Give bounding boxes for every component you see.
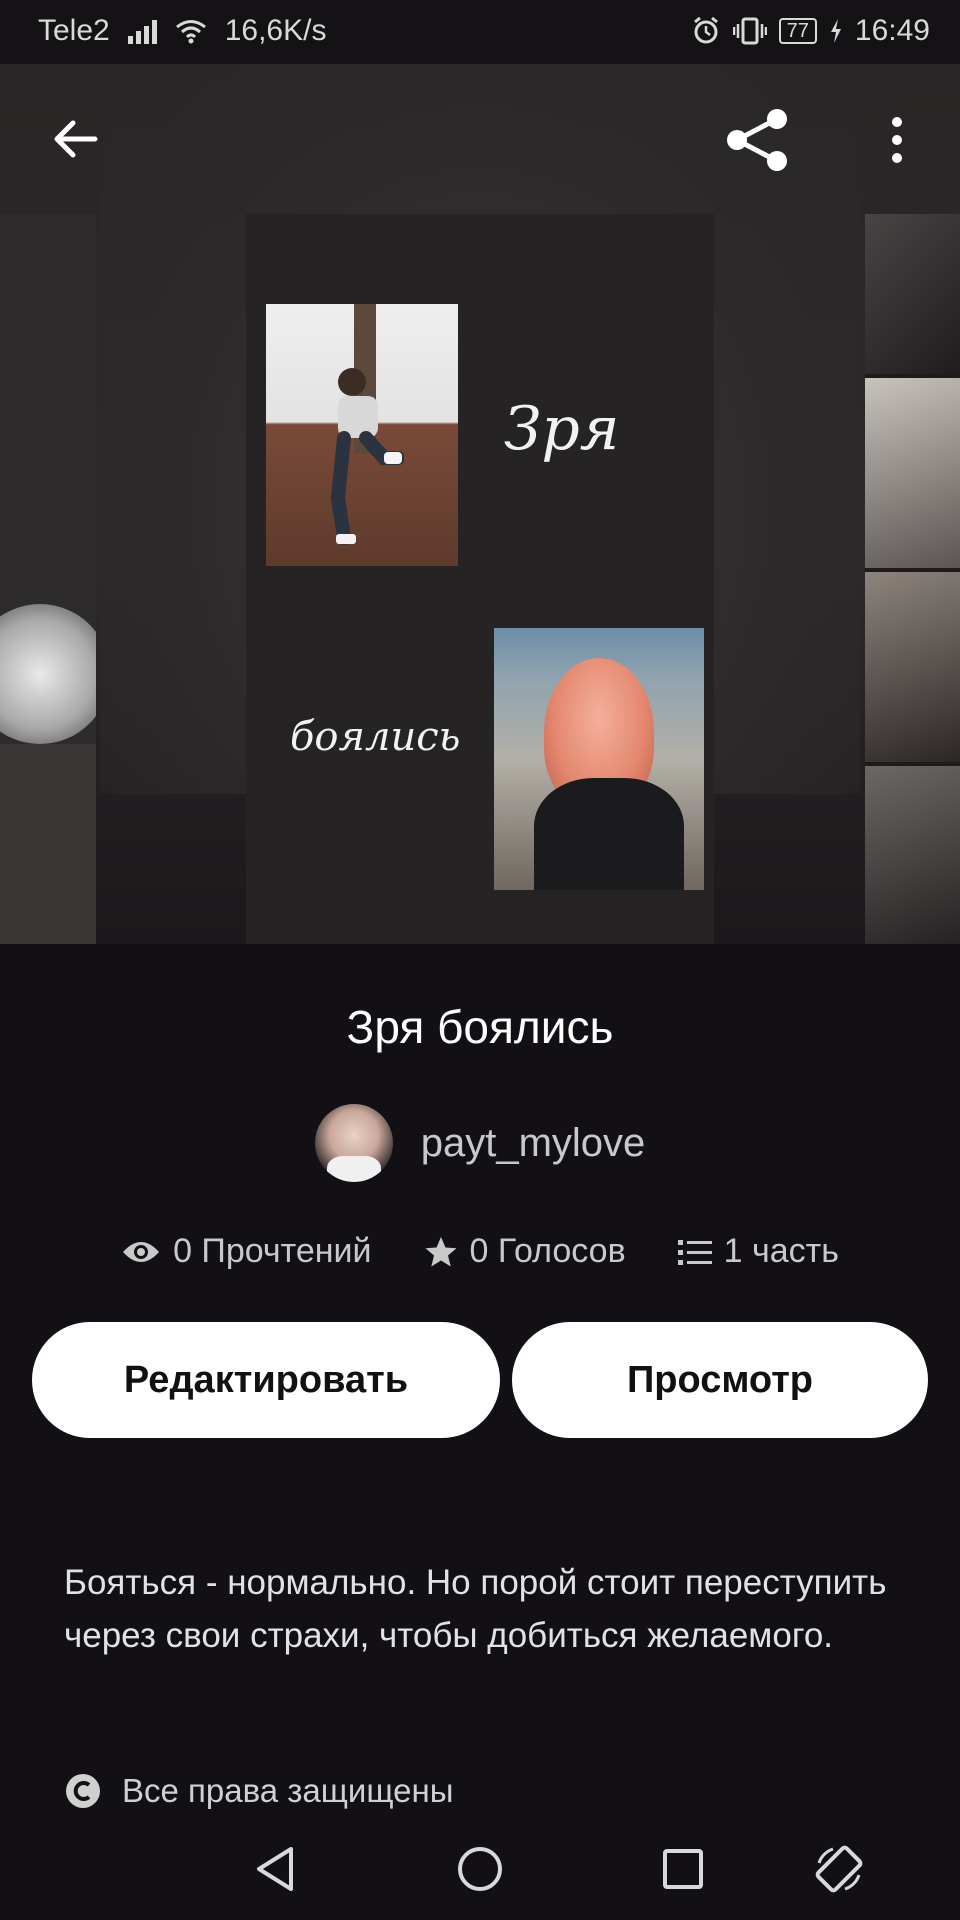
alarm-icon <box>693 16 718 44</box>
votes-stat: 0 Голосов <box>424 1232 626 1271</box>
vibrate-icon <box>732 17 767 45</box>
edit-button[interactable]: Редактировать <box>32 1322 500 1438</box>
author-row[interactable]: payt_mylove <box>0 1104 960 1182</box>
story-cover[interactable]: Зря боялись <box>246 214 714 944</box>
parts-stat: 1 часть <box>677 1232 839 1271</box>
nav-home-icon <box>458 1847 502 1891</box>
toolbar <box>0 64 960 214</box>
copyright-row: Все права защищены <box>64 1772 453 1810</box>
author-name[interactable]: payt_mylove <box>421 1121 646 1166</box>
star-icon <box>425 1236 457 1266</box>
more-vert-icon <box>892 117 902 163</box>
next-cover[interactable] <box>865 214 960 944</box>
nav-home-button[interactable] <box>445 1834 515 1904</box>
copyright-icon <box>66 1774 100 1808</box>
preview-button[interactable]: Просмотр <box>512 1322 928 1438</box>
clock: 16:49 <box>854 14 930 47</box>
nav-back-icon <box>257 1847 293 1891</box>
rotate-button[interactable] <box>804 1834 874 1904</box>
list-icon <box>677 1239 712 1265</box>
cover-photo-bottom <box>494 628 704 890</box>
eye-icon <box>123 1241 160 1262</box>
charging-icon <box>830 19 841 43</box>
reads-count: 0 Прочтений <box>173 1232 372 1270</box>
nav-recents-icon <box>663 1849 703 1889</box>
story-stats: 0 Прочтений 0 Голосов 1 часть <box>0 1232 960 1271</box>
share-button[interactable] <box>718 100 798 180</box>
parts-count: 1 часть <box>723 1232 839 1270</box>
network-speed: 16,6K/s <box>224 14 327 47</box>
wifi-icon <box>175 20 206 44</box>
more-options-button[interactable] <box>862 100 932 180</box>
story-description: Бояться - нормально. Но порой стоит пере… <box>64 1563 887 1655</box>
reads-stat: 0 Прочтений <box>121 1232 372 1271</box>
back-arrow-icon <box>54 120 98 158</box>
previous-cover[interactable] <box>0 214 96 944</box>
status-bar: Tele2 16,6K/s 77 16:49 <box>0 0 960 64</box>
rotate-icon <box>815 1845 863 1893</box>
cover-photo-top <box>266 304 458 566</box>
signal-icon <box>127 18 157 44</box>
votes-count: 0 Голосов <box>469 1232 626 1270</box>
cover-text-line1: Зря <box>504 394 620 464</box>
cover-text-line2: боялись <box>290 714 461 760</box>
carrier-label: Tele2 <box>38 14 110 47</box>
story-title: Зря боялись <box>346 1001 614 1053</box>
back-button[interactable] <box>40 104 110 174</box>
navigation-bar <box>0 1814 960 1920</box>
nav-back-button[interactable] <box>240 1834 310 1904</box>
avatar[interactable] <box>314 1104 393 1182</box>
rights-label: Все права защищены <box>122 1772 454 1809</box>
nav-recents-button[interactable] <box>648 1834 718 1904</box>
share-icon <box>727 109 787 171</box>
battery-icon: 77 <box>778 18 817 44</box>
